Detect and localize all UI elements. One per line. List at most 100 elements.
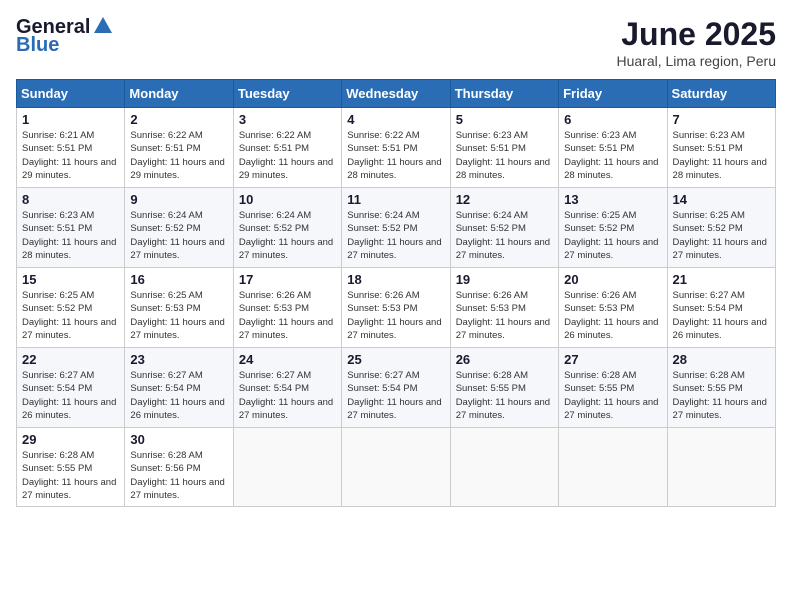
calendar-day-cell: 8 Sunrise: 6:23 AM Sunset: 5:51 PM Dayli… (17, 188, 125, 268)
sunset-label: Sunset: 5:54 PM (130, 383, 200, 394)
sunrise-label: Sunrise: 6:23 AM (456, 130, 528, 141)
weekday-header: Monday (125, 80, 233, 108)
sunset-label: Sunset: 5:51 PM (130, 143, 200, 154)
calendar-day-cell: 21 Sunrise: 6:27 AM Sunset: 5:54 PM Dayl… (667, 268, 775, 348)
day-number: 30 (130, 432, 227, 447)
sunset-label: Sunset: 5:52 PM (564, 223, 634, 234)
sunrise-label: Sunrise: 6:25 AM (130, 290, 202, 301)
day-number: 12 (456, 192, 553, 207)
weekday-header: Tuesday (233, 80, 341, 108)
day-number: 17 (239, 272, 336, 287)
sunrise-label: Sunrise: 6:26 AM (347, 290, 419, 301)
daylight-label: Daylight: 11 hours and 27 minutes. (564, 237, 658, 261)
day-number: 16 (130, 272, 227, 287)
day-info: Sunrise: 6:26 AM Sunset: 5:53 PM Dayligh… (239, 289, 336, 342)
sunset-label: Sunset: 5:54 PM (347, 383, 417, 394)
weekday-header: Sunday (17, 80, 125, 108)
sunrise-label: Sunrise: 6:24 AM (130, 210, 202, 221)
daylight-label: Daylight: 11 hours and 26 minutes. (564, 317, 658, 341)
calendar-day-cell: 29 Sunrise: 6:28 AM Sunset: 5:55 PM Dayl… (17, 428, 125, 507)
day-info: Sunrise: 6:28 AM Sunset: 5:55 PM Dayligh… (22, 449, 119, 502)
calendar-day-cell: 28 Sunrise: 6:28 AM Sunset: 5:55 PM Dayl… (667, 348, 775, 428)
logo-blue: Blue (16, 34, 114, 56)
sunset-label: Sunset: 5:53 PM (456, 303, 526, 314)
day-number: 8 (22, 192, 119, 207)
calendar-day-cell (450, 428, 558, 507)
day-info: Sunrise: 6:26 AM Sunset: 5:53 PM Dayligh… (564, 289, 661, 342)
day-number: 19 (456, 272, 553, 287)
calendar-day-cell: 2 Sunrise: 6:22 AM Sunset: 5:51 PM Dayli… (125, 108, 233, 188)
daylight-label: Daylight: 11 hours and 28 minutes. (673, 157, 767, 181)
day-number: 2 (130, 112, 227, 127)
day-info: Sunrise: 6:25 AM Sunset: 5:52 PM Dayligh… (564, 209, 661, 262)
day-info: Sunrise: 6:25 AM Sunset: 5:53 PM Dayligh… (130, 289, 227, 342)
sunset-label: Sunset: 5:52 PM (22, 303, 92, 314)
day-number: 20 (564, 272, 661, 287)
calendar-day-cell: 26 Sunrise: 6:28 AM Sunset: 5:55 PM Dayl… (450, 348, 558, 428)
title-block: June 2025 Huaral, Lima region, Peru (616, 16, 776, 69)
sunrise-label: Sunrise: 6:27 AM (347, 370, 419, 381)
calendar-day-cell: 14 Sunrise: 6:25 AM Sunset: 5:52 PM Dayl… (667, 188, 775, 268)
calendar-day-cell: 3 Sunrise: 6:22 AM Sunset: 5:51 PM Dayli… (233, 108, 341, 188)
day-info: Sunrise: 6:24 AM Sunset: 5:52 PM Dayligh… (130, 209, 227, 262)
sunrise-label: Sunrise: 6:28 AM (130, 450, 202, 461)
sunrise-label: Sunrise: 6:28 AM (456, 370, 528, 381)
calendar-week-row: 22 Sunrise: 6:27 AM Sunset: 5:54 PM Dayl… (17, 348, 776, 428)
day-info: Sunrise: 6:23 AM Sunset: 5:51 PM Dayligh… (22, 209, 119, 262)
sunrise-label: Sunrise: 6:24 AM (456, 210, 528, 221)
calendar-day-cell: 15 Sunrise: 6:25 AM Sunset: 5:52 PM Dayl… (17, 268, 125, 348)
sunrise-label: Sunrise: 6:27 AM (239, 370, 311, 381)
sunrise-label: Sunrise: 6:24 AM (347, 210, 419, 221)
sunset-label: Sunset: 5:51 PM (673, 143, 743, 154)
calendar-week-row: 29 Sunrise: 6:28 AM Sunset: 5:55 PM Dayl… (17, 428, 776, 507)
sunset-label: Sunset: 5:53 PM (564, 303, 634, 314)
day-info: Sunrise: 6:23 AM Sunset: 5:51 PM Dayligh… (456, 129, 553, 182)
day-number: 7 (673, 112, 770, 127)
calendar-day-cell (233, 428, 341, 507)
daylight-label: Daylight: 11 hours and 27 minutes. (347, 237, 441, 261)
daylight-label: Daylight: 11 hours and 27 minutes. (22, 477, 116, 501)
calendar-week-row: 15 Sunrise: 6:25 AM Sunset: 5:52 PM Dayl… (17, 268, 776, 348)
sunset-label: Sunset: 5:53 PM (130, 303, 200, 314)
sunrise-label: Sunrise: 6:26 AM (239, 290, 311, 301)
calendar-subtitle: Huaral, Lima region, Peru (616, 53, 776, 69)
day-number: 13 (564, 192, 661, 207)
day-number: 15 (22, 272, 119, 287)
calendar-header-row: SundayMondayTuesdayWednesdayThursdayFrid… (17, 80, 776, 108)
calendar-day-cell: 24 Sunrise: 6:27 AM Sunset: 5:54 PM Dayl… (233, 348, 341, 428)
sunrise-label: Sunrise: 6:25 AM (22, 290, 94, 301)
daylight-label: Daylight: 11 hours and 26 minutes. (130, 397, 224, 421)
calendar-day-cell (342, 428, 450, 507)
calendar-day-cell: 20 Sunrise: 6:26 AM Sunset: 5:53 PM Dayl… (559, 268, 667, 348)
daylight-label: Daylight: 11 hours and 27 minutes. (239, 317, 333, 341)
daylight-label: Daylight: 11 hours and 27 minutes. (22, 317, 116, 341)
day-info: Sunrise: 6:26 AM Sunset: 5:53 PM Dayligh… (456, 289, 553, 342)
sunrise-label: Sunrise: 6:26 AM (564, 290, 636, 301)
calendar-day-cell: 5 Sunrise: 6:23 AM Sunset: 5:51 PM Dayli… (450, 108, 558, 188)
daylight-label: Daylight: 11 hours and 27 minutes. (673, 237, 767, 261)
daylight-label: Daylight: 11 hours and 27 minutes. (673, 397, 767, 421)
sunset-label: Sunset: 5:53 PM (239, 303, 309, 314)
sunset-label: Sunset: 5:54 PM (673, 303, 743, 314)
daylight-label: Daylight: 11 hours and 29 minutes. (239, 157, 333, 181)
day-number: 11 (347, 192, 444, 207)
sunrise-label: Sunrise: 6:28 AM (564, 370, 636, 381)
sunrise-label: Sunrise: 6:23 AM (564, 130, 636, 141)
calendar-title: June 2025 (616, 16, 776, 53)
daylight-label: Daylight: 11 hours and 28 minutes. (347, 157, 441, 181)
day-number: 14 (673, 192, 770, 207)
sunrise-label: Sunrise: 6:27 AM (22, 370, 94, 381)
day-info: Sunrise: 6:22 AM Sunset: 5:51 PM Dayligh… (239, 129, 336, 182)
day-number: 29 (22, 432, 119, 447)
sunrise-label: Sunrise: 6:28 AM (673, 370, 745, 381)
daylight-label: Daylight: 11 hours and 27 minutes. (130, 477, 224, 501)
day-info: Sunrise: 6:22 AM Sunset: 5:51 PM Dayligh… (130, 129, 227, 182)
day-number: 10 (239, 192, 336, 207)
calendar-day-cell: 10 Sunrise: 6:24 AM Sunset: 5:52 PM Dayl… (233, 188, 341, 268)
sunrise-label: Sunrise: 6:22 AM (130, 130, 202, 141)
calendar-day-cell: 19 Sunrise: 6:26 AM Sunset: 5:53 PM Dayl… (450, 268, 558, 348)
sunrise-label: Sunrise: 6:27 AM (130, 370, 202, 381)
daylight-label: Daylight: 11 hours and 27 minutes. (239, 237, 333, 261)
calendar-week-row: 8 Sunrise: 6:23 AM Sunset: 5:51 PM Dayli… (17, 188, 776, 268)
day-info: Sunrise: 6:23 AM Sunset: 5:51 PM Dayligh… (564, 129, 661, 182)
